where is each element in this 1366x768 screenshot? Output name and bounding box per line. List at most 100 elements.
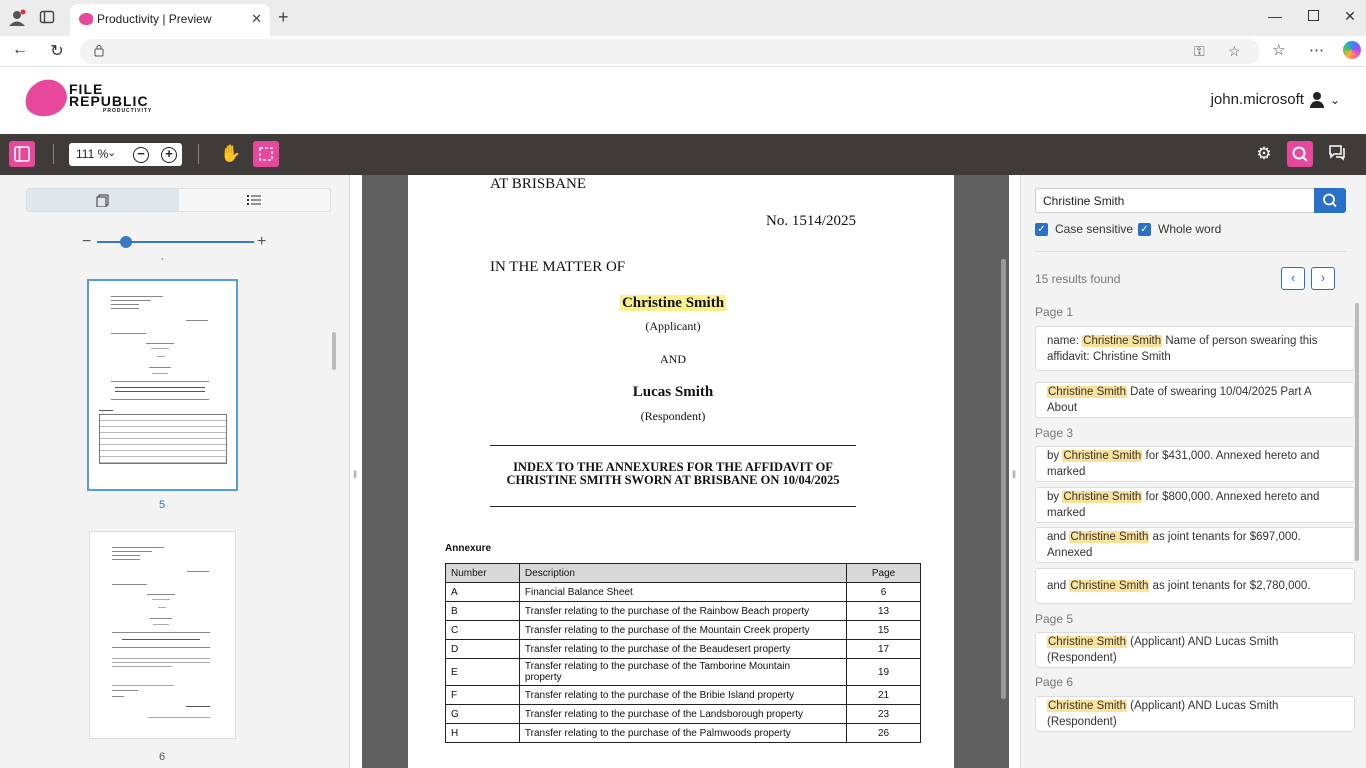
viewer-toolbar: 111 % ⌄ − + ✋ ⚙ <box>0 134 1366 175</box>
search-result[interactable]: name: Christine Smith Name of person swe… <box>1035 326 1355 371</box>
checkbox-label: Whole word <box>1158 222 1222 236</box>
search-input[interactable] <box>1035 188 1315 213</box>
result-group-label: Page 6 <box>1035 675 1074 689</box>
zoom-in-button[interactable]: + <box>161 147 177 163</box>
annexure-heading: Annexure <box>445 543 492 554</box>
results-scrollbar[interactable] <box>1355 303 1359 561</box>
sidebar-icon <box>14 146 30 162</box>
browser-tab-bar: Productivity | Preview ✕ + — ✕ <box>0 0 1366 36</box>
annexure-page: 23 <box>846 704 921 724</box>
annexure-description: Transfer relating to the purchase of the… <box>518 685 848 705</box>
thumb-size-decrease-button[interactable]: − <box>82 233 91 251</box>
search-icon <box>1323 193 1337 208</box>
list-icon <box>247 195 262 205</box>
case-sensitive-checkbox[interactable]: ✓ Case sensitive <box>1035 222 1133 236</box>
copilot-icon[interactable] <box>1343 41 1361 59</box>
url-field[interactable]: ⚿ ☆ <box>80 39 1260 64</box>
matter-heading: IN THE MATTER OF <box>490 259 626 275</box>
zoom-control: 111 % ⌄ − + <box>69 143 182 166</box>
favorites-icon[interactable]: ☆ <box>1272 41 1285 59</box>
thumb-size-slider-handle[interactable] <box>120 236 132 248</box>
result-text: and <box>1047 580 1070 592</box>
search-result[interactable]: Christine Smith (Applicant) AND Lucas Sm… <box>1035 696 1355 732</box>
left-splitter-handle[interactable]: ‖ <box>353 470 357 481</box>
zoom-out-button[interactable]: − <box>133 147 149 163</box>
minimize-icon[interactable]: — <box>1265 8 1285 24</box>
new-tab-button[interactable]: + <box>278 7 289 28</box>
annexure-page: 26 <box>846 723 921 743</box>
annexure-description: Transfer relating to the purchase of the… <box>518 658 848 686</box>
page-thumbnail[interactable] <box>87 279 238 491</box>
applicant-name: Christine Smith <box>408 295 938 312</box>
tab-close-icon[interactable]: ✕ <box>251 11 262 27</box>
annexure-number: B <box>445 601 520 621</box>
favorite-star-icon[interactable]: ☆ <box>1228 43 1241 60</box>
result-highlight: Christine Smith <box>1062 491 1143 503</box>
active-tab[interactable]: Productivity | Preview ✕ <box>70 4 270 36</box>
search-result[interactable]: by Christine Smith for $800,000. Annexed… <box>1035 487 1355 523</box>
settings-gear-icon[interactable]: ⚙ <box>1254 144 1274 164</box>
annexure-number: F <box>445 685 520 705</box>
previous-result-button[interactable]: ‹ <box>1281 267 1305 290</box>
column-header: Description <box>518 563 848 583</box>
window-close-icon[interactable]: ✕ <box>1340 8 1360 25</box>
checkbox-label: Case sensitive <box>1055 222 1134 236</box>
annexure-number: G <box>445 704 520 724</box>
thumbnail-scrollbar[interactable] <box>332 332 336 370</box>
document-scrollbar[interactable] <box>1001 259 1006 699</box>
annexure-number: E <box>445 658 520 686</box>
document-page: AT BRISBANE No. 1514/2025 IN THE MATTER … <box>408 175 954 768</box>
user-menu[interactable]: john.microsoft ⌄ <box>1211 91 1340 108</box>
checkmark-icon: ✓ <box>1138 222 1151 236</box>
site-favicon-icon <box>79 13 93 25</box>
result-highlight: Christine Smith <box>1062 450 1143 462</box>
lock-icon <box>94 45 104 57</box>
search-result[interactable]: and Christine Smith as joint tenants for… <box>1035 527 1355 563</box>
whole-word-checkbox[interactable]: ✓ Whole word <box>1138 222 1221 236</box>
respondent-name: Lucas Smith <box>632 384 714 400</box>
search-result[interactable]: and Christine Smith as joint tenants for… <box>1035 568 1355 604</box>
search-result[interactable]: Christine Smith Date of swearing 10/04/2… <box>1035 382 1355 418</box>
right-splitter-handle[interactable]: ‖ <box>1012 470 1016 481</box>
profile-icon[interactable] <box>8 9 26 27</box>
area-select-button[interactable] <box>253 141 279 167</box>
search-toggle-button[interactable] <box>1287 141 1313 167</box>
slider-caption: ‚ <box>161 251 164 262</box>
search-result[interactable]: by Christine Smith for $431,000. Annexed… <box>1035 446 1355 482</box>
zoom-select[interactable]: 111 % <box>76 147 108 161</box>
annexure-description: Financial Balance Sheet <box>518 582 848 602</box>
reload-icon[interactable]: ↻ <box>47 41 67 61</box>
annexure-description: Transfer relating to the purchase of the… <box>518 723 848 743</box>
key-icon[interactable]: ⚿ <box>1194 43 1205 60</box>
annexure-description: Transfer relating to the purchase of the… <box>518 620 848 640</box>
page-thumbnail[interactable] <box>89 531 236 739</box>
pan-hand-icon[interactable]: ✋ <box>220 144 241 164</box>
tab-actions-icon[interactable] <box>38 9 56 27</box>
tab-title: Productivity | Preview <box>97 12 212 26</box>
search-highlight: Christine Smith <box>619 295 727 311</box>
result-text: name: <box>1047 334 1083 347</box>
chevron-down-icon: ⌄ <box>1329 92 1340 107</box>
comments-icon[interactable] <box>1327 144 1347 164</box>
more-menu-icon[interactable]: ⋯ <box>1309 41 1324 59</box>
search-button[interactable] <box>1314 188 1346 213</box>
thumbnail-page-number: 6 <box>159 751 166 763</box>
annexure-page: 21 <box>846 685 921 705</box>
next-result-button[interactable]: › <box>1311 267 1335 290</box>
case-number: No. 1514/2025 <box>766 213 856 229</box>
back-icon[interactable]: ← <box>10 41 30 59</box>
annexure-page: 13 <box>846 601 921 621</box>
tab-thumbnails[interactable] <box>27 189 179 211</box>
tab-outline[interactable] <box>179 189 331 211</box>
thumb-size-increase-button[interactable]: + <box>257 233 266 251</box>
table-row: G Transfer relating to the purchase of th… <box>445 704 921 724</box>
table-row: H Transfer relating to the purchase of th… <box>445 723 921 743</box>
sidebar-toggle-button[interactable] <box>9 141 35 167</box>
annexure-number: C <box>445 620 520 640</box>
zoom-dropdown-icon[interactable]: ⌄ <box>107 146 116 159</box>
annexure-table: Number Description Page A Financial Balan… <box>445 563 921 743</box>
panel-tabs <box>26 188 331 212</box>
thumbnails-icon <box>96 194 109 207</box>
search-result[interactable]: Christine Smith (Applicant) AND Lucas Sm… <box>1035 632 1355 668</box>
maximize-icon[interactable] <box>1303 8 1323 24</box>
